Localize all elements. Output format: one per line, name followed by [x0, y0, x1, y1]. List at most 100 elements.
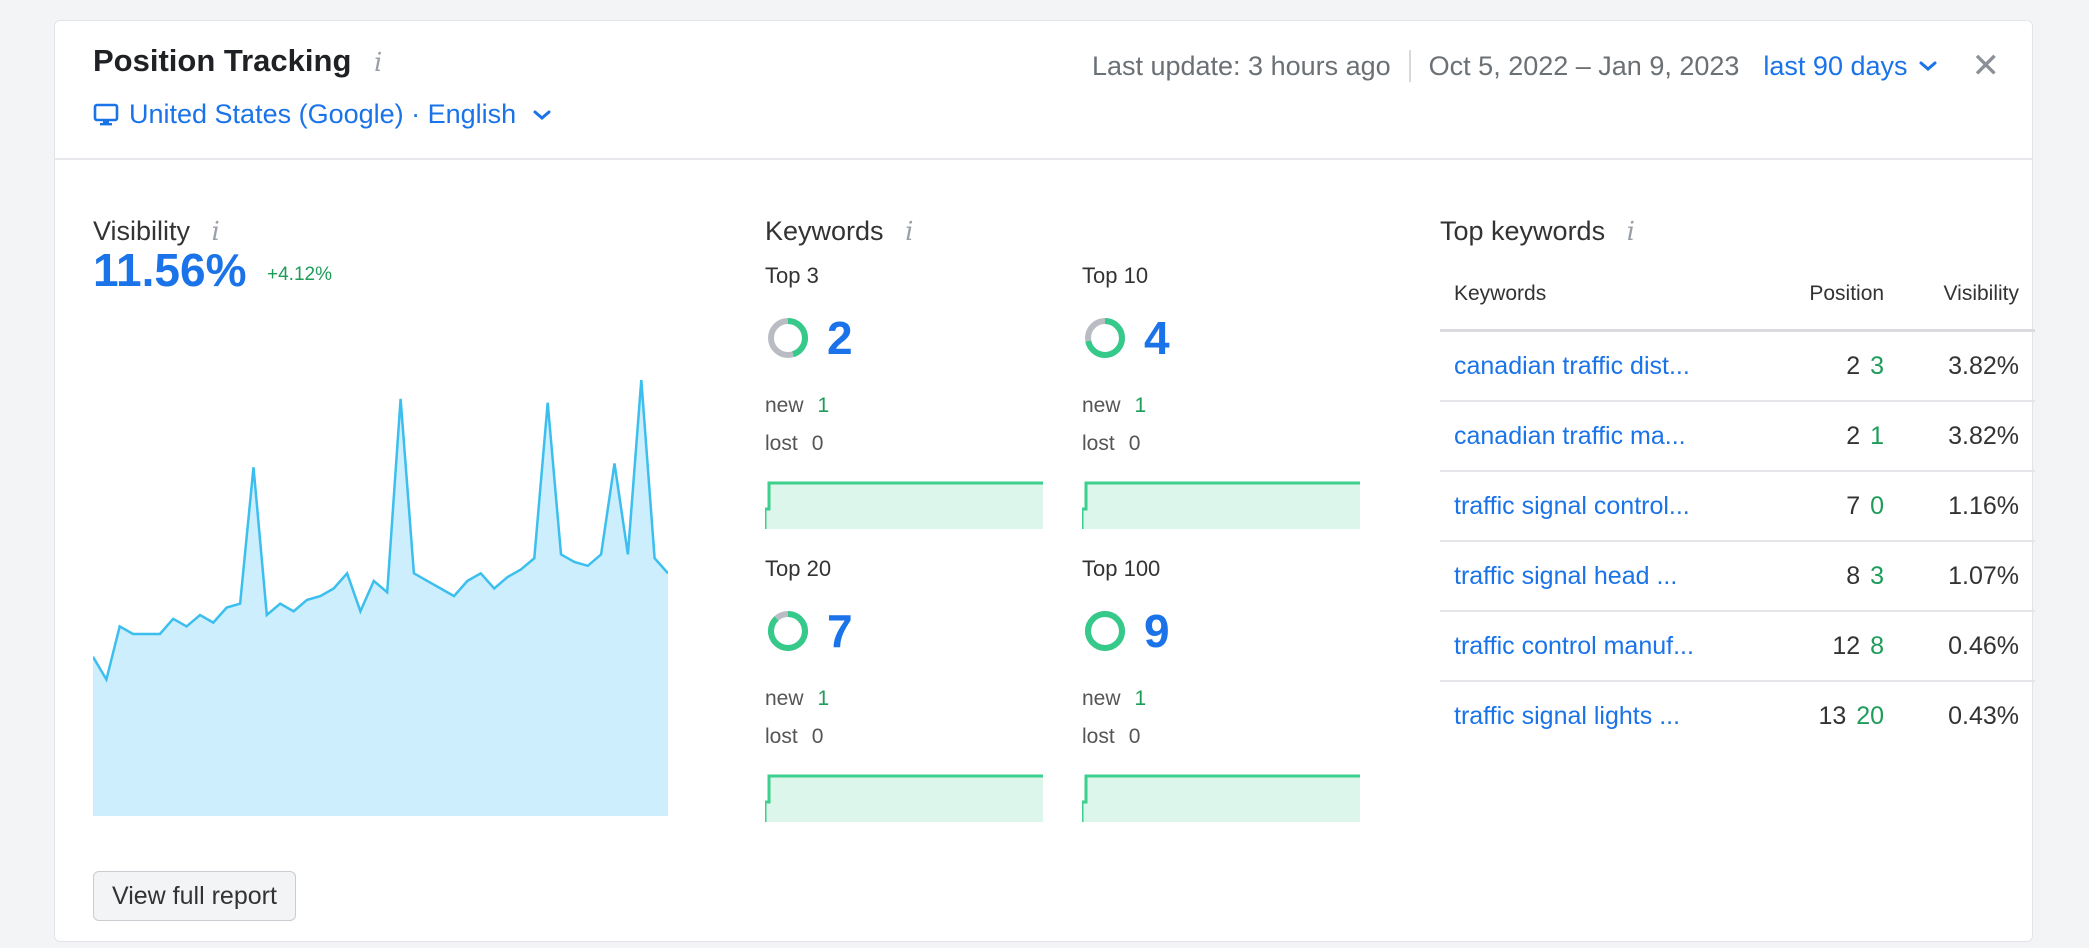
position-cell: 12 8: [1775, 611, 1915, 682]
lost-count: 0: [811, 432, 824, 455]
position-cell: 21: [1775, 401, 1915, 472]
kw-block-top100: Top 100 9 new 1 lost 0: [1080, 556, 1362, 827]
lost-label: lost: [1082, 432, 1115, 455]
sparkline-area: [1082, 776, 1360, 822]
new-count: 1: [1134, 394, 1147, 417]
sparkline-area: [765, 483, 1043, 529]
date-range-text: Oct 5, 2022 – Jan 9, 2023: [1428, 50, 1740, 81]
table-row: traffic signal lights ... 13 20 0.43%: [1440, 681, 2035, 750]
last-update-text: Last update: 3 hours ago: [1091, 50, 1391, 81]
kw-sparkline: [1080, 774, 1360, 822]
table-row: traffic signal control... 70 1.16%: [1440, 471, 2035, 542]
table-row: traffic control manuf... 12 8 0.46%: [1440, 611, 2035, 682]
column-header-position[interactable]: Position: [1775, 259, 1915, 332]
keyword-link[interactable]: canadian traffic ma...: [1440, 401, 1776, 472]
kw-block-count: 7: [827, 605, 853, 657]
donut-fill: [1085, 611, 1125, 651]
new-label: new: [1082, 687, 1121, 710]
kw-block-label: Top 10: [1082, 263, 1149, 288]
new-label: new: [1082, 394, 1121, 417]
position-tracking-widget: Position Tracking i United States (Googl…: [54, 20, 2035, 942]
keyword-link[interactable]: traffic signal head ...: [1440, 541, 1776, 612]
visibility-label: Visibility: [93, 216, 191, 246]
keyword-link[interactable]: traffic signal lights ...: [1440, 681, 1776, 750]
lost-label: lost: [765, 725, 798, 748]
position-value: 12: [1832, 631, 1861, 660]
period-label: last 90 days: [1763, 50, 1908, 81]
visibility-cell: 0.43%: [1948, 701, 2019, 730]
visibility-cell: 0.46%: [1914, 611, 2035, 682]
info-icon[interactable]: i: [905, 217, 913, 247]
donut-fill: [768, 611, 808, 651]
keyword-link[interactable]: traffic signal control...: [1440, 471, 1776, 542]
previous-position: 1: [1870, 421, 1885, 450]
new-label: new: [765, 394, 804, 417]
widget-title: Position Tracking i: [93, 43, 382, 79]
donut-icon: [768, 318, 808, 358]
position-value: 7: [1846, 491, 1861, 520]
keyword-link[interactable]: traffic control manuf...: [1440, 611, 1776, 682]
donut-icon: [768, 611, 808, 651]
previous-position: 3: [1870, 561, 1885, 590]
kw-block-meta: new 1 lost 0: [765, 387, 1045, 463]
view-full-report-button[interactable]: View full report: [93, 871, 296, 921]
previous-position: 3: [1870, 351, 1885, 380]
table-row: canadian traffic ma... 21 3.82%: [1440, 401, 2035, 472]
position-cell: 13 20: [1776, 681, 1914, 750]
sparkline-area: [765, 776, 1043, 822]
visibility-value: 11.56%: [93, 244, 247, 296]
kw-block-label: Top 3: [765, 263, 819, 288]
kw-block-label: Top 20: [765, 556, 832, 581]
kw-block-meta: new 1 lost 0: [1082, 680, 1362, 756]
lost-label: lost: [765, 432, 798, 455]
keywords-title: Keywords i: [765, 216, 913, 247]
column-header-visibility[interactable]: Visibility: [1914, 259, 2035, 332]
kw-block-top20: Top 20 7 new 1 lost 0: [763, 556, 1045, 827]
location-selector[interactable]: United States (Google) · English: [93, 99, 552, 130]
position-cell: 70: [1775, 471, 1915, 542]
period-selector[interactable]: last 90 days: [1763, 51, 1937, 82]
kw-block-label: Top 100: [1082, 556, 1161, 581]
location-label: United States (Google) · English: [129, 99, 517, 129]
column-header-keywords[interactable]: Keywords: [1440, 259, 1776, 332]
position-value: 8: [1846, 561, 1861, 590]
keywords-label: Keywords: [765, 216, 884, 246]
position-cell: 23: [1775, 330, 1915, 402]
previous-position: 8: [1870, 631, 1885, 660]
visibility-cell: 1.16%: [1914, 471, 2035, 542]
chevron-down-icon: [1919, 61, 1936, 71]
widget-header: Position Tracking i United States (Googl…: [55, 21, 2032, 160]
top-keywords-title: Top keywords i: [1440, 216, 1635, 247]
donut-icon: [1085, 611, 1125, 651]
table-header-row: Keywords Position Visibility: [1440, 259, 2035, 332]
keyword-link[interactable]: canadian traffic dist...: [1440, 330, 1776, 402]
kw-sparkline: [763, 774, 1043, 822]
visibility-chart: [93, 379, 668, 816]
lost-label: lost: [1082, 725, 1115, 748]
position-value: 2: [1846, 421, 1861, 450]
info-icon[interactable]: i: [374, 48, 382, 78]
lost-count: 0: [1128, 432, 1141, 455]
previous-position: 0: [1870, 491, 1885, 520]
widget-title-text: Position Tracking: [93, 43, 352, 78]
position-value: 2: [1846, 351, 1861, 380]
new-count: 1: [817, 687, 830, 710]
close-icon[interactable]: ✕: [1972, 46, 2001, 86]
position-value: 13: [1818, 701, 1847, 730]
chevron-down-icon: [533, 110, 551, 120]
lost-count: 0: [811, 725, 824, 748]
kw-sparkline: [1080, 481, 1360, 529]
top-keywords-table: Keywords Position Visibility canadian tr…: [1440, 259, 2035, 750]
visibility-cell: 3.82%: [1914, 330, 2035, 402]
new-label: new: [765, 687, 804, 710]
kw-block-meta: new 1 lost 0: [1082, 387, 1362, 463]
sparkline-area: [1082, 483, 1360, 529]
kw-block-count: 9: [1144, 605, 1170, 657]
header-meta: Last update: 3 hours ago Oct 5, 2022 – J…: [1092, 46, 2000, 86]
previous-position: 20: [1856, 701, 1885, 730]
kw-block-top10: Top 10 4 new 1 lost 0: [1080, 263, 1362, 534]
table-row: traffic signal head ... 83 1.07%: [1440, 541, 2035, 612]
kw-block-count: 4: [1144, 312, 1170, 364]
visibility-delta: +4.12%: [267, 264, 332, 285]
info-icon[interactable]: i: [1627, 217, 1635, 247]
